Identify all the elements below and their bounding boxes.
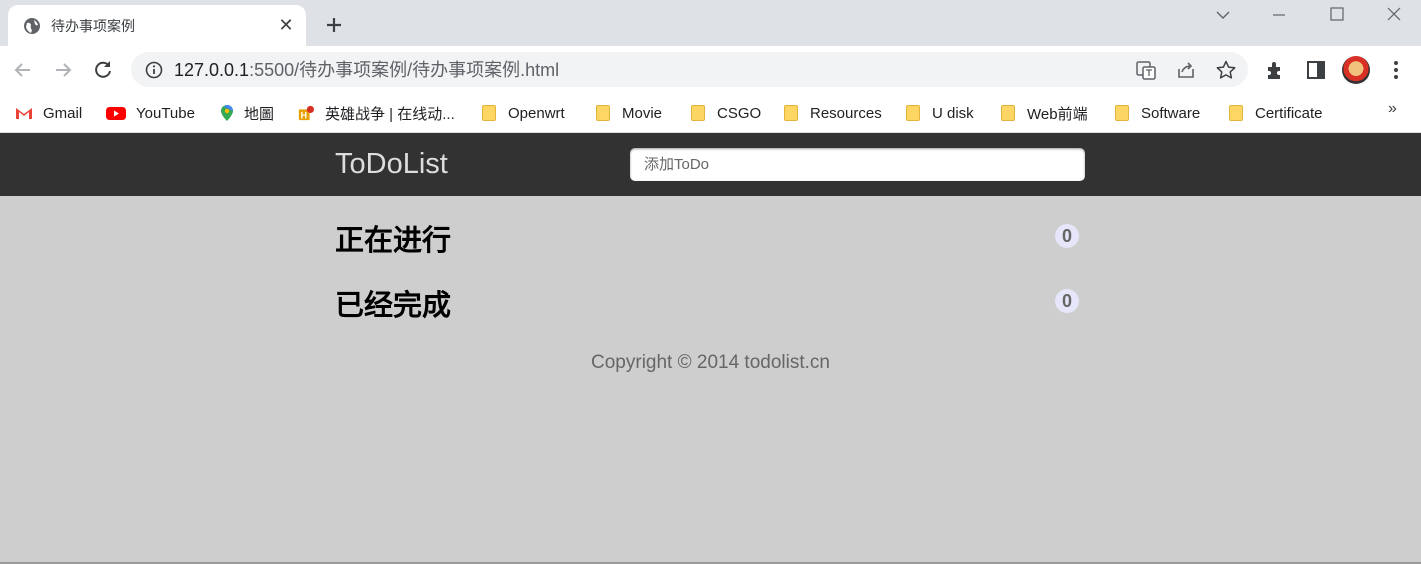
forward-arrow-icon[interactable]: [51, 58, 75, 82]
bookmark-label: Resources: [810, 104, 882, 122]
profile-avatar[interactable]: [1342, 56, 1370, 84]
share-icon[interactable]: [1175, 59, 1197, 81]
bookmark-folder-openwrt[interactable]: Openwrt: [482, 94, 565, 132]
side-panel-icon[interactable]: [1304, 58, 1328, 82]
site-icon: H: [298, 105, 314, 120]
in-progress-title: 正在进行: [335, 225, 452, 257]
bookmark-gmail[interactable]: Gmail: [15, 94, 82, 132]
bookmark-star-icon[interactable]: [1215, 59, 1237, 81]
bookmark-youtube[interactable]: YouTube: [106, 94, 195, 132]
folder-icon: [482, 105, 496, 121]
bookmark-folder-csgo[interactable]: CSGO: [691, 94, 761, 132]
bookmark-label: 地圖: [244, 105, 275, 123]
bookmark-folder-web[interactable]: Web前端: [1001, 94, 1088, 132]
bookmark-folder-udisk[interactable]: U disk: [906, 94, 974, 132]
translate-icon[interactable]: [1135, 59, 1157, 81]
add-todo-input[interactable]: [630, 148, 1085, 181]
bookmark-folder-movie[interactable]: Movie: [596, 94, 662, 132]
bookmark-label: Openwrt: [508, 104, 565, 122]
app-logo[interactable]: ToDoList: [335, 147, 448, 181]
in-progress-count-badge: 0: [1055, 224, 1079, 248]
folder-icon: [1001, 105, 1015, 121]
more-menu-icon[interactable]: [1384, 58, 1408, 82]
completed-title: 已经完成: [335, 290, 452, 322]
extensions-puzzle-icon[interactable]: [1264, 58, 1288, 82]
address-bar[interactable]: 127.0.0.1:5500/待办事项案例/待办事项案例.html: [131, 52, 1248, 87]
reload-icon[interactable]: [91, 58, 115, 82]
globe-icon: [24, 18, 40, 34]
maps-icon: [221, 105, 233, 121]
close-window-icon[interactable]: [1383, 4, 1405, 26]
bookmark-maps[interactable]: 地圖: [220, 94, 274, 132]
site-info-icon[interactable]: [143, 59, 165, 81]
minimize-icon[interactable]: [1268, 4, 1290, 26]
folder-icon: [1115, 105, 1129, 121]
browser-tab[interactable]: 待办事项案例 ✕: [8, 5, 306, 46]
bookmark-label: Certificate: [1255, 104, 1323, 122]
url-text[interactable]: 127.0.0.1:5500/待办事项案例/待办事项案例.html: [174, 59, 559, 81]
url-path: :5500/待办事项案例/待办事项案例.html: [249, 60, 560, 80]
bookmark-folder-certificate[interactable]: Certificate: [1229, 94, 1323, 132]
bookmark-label: Movie: [622, 104, 663, 122]
bookmarks-bar: Gmail YouTube 地圖 H 英雄战争 | 在线动... Openwrt…: [0, 94, 1421, 133]
bookmark-site[interactable]: H 英雄战争 | 在线动...: [297, 94, 455, 132]
browser-toolbar: 127.0.0.1:5500/待办事项案例/待办事项案例.html: [0, 46, 1421, 94]
page-footer: Copyright © 2014 todolist.cn: [591, 352, 830, 373]
tab-strip: 待办事项案例 ✕: [0, 0, 1421, 46]
tab-title: 待办事项案例: [51, 18, 135, 34]
todo-header: ToDoList: [0, 133, 1421, 196]
folder-icon: [691, 105, 705, 121]
bookmark-label: Gmail: [43, 104, 83, 122]
folder-icon: [596, 105, 610, 121]
folder-icon: [1229, 105, 1243, 121]
svg-text:H: H: [301, 110, 307, 120]
bookmark-folder-resources[interactable]: Resources: [784, 94, 882, 132]
youtube-icon: [106, 107, 126, 120]
bookmark-label: 英雄战争 | 在线动...: [325, 105, 455, 123]
folder-icon: [784, 105, 798, 121]
url-host: 127.0.0.1: [174, 60, 250, 80]
bookmark-label: U disk: [932, 104, 974, 122]
gmail-icon: [16, 108, 32, 119]
back-arrow-icon[interactable]: [11, 58, 35, 82]
bookmark-label: CSGO: [717, 104, 762, 122]
bookmark-folder-software[interactable]: Software: [1115, 94, 1200, 132]
folder-icon: [906, 105, 920, 121]
tab-close-button[interactable]: ✕: [276, 15, 296, 35]
bookmarks-overflow-button[interactable]: »: [1388, 100, 1397, 118]
chevron-down-icon[interactable]: [1212, 4, 1234, 26]
bookmark-label: Web前端: [1027, 105, 1088, 123]
new-tab-plus-icon[interactable]: [322, 13, 346, 37]
bookmark-label: Software: [1141, 104, 1201, 122]
completed-count-badge: 0: [1055, 289, 1079, 313]
maximize-icon[interactable]: [1326, 4, 1348, 26]
bookmark-label: YouTube: [136, 104, 195, 122]
